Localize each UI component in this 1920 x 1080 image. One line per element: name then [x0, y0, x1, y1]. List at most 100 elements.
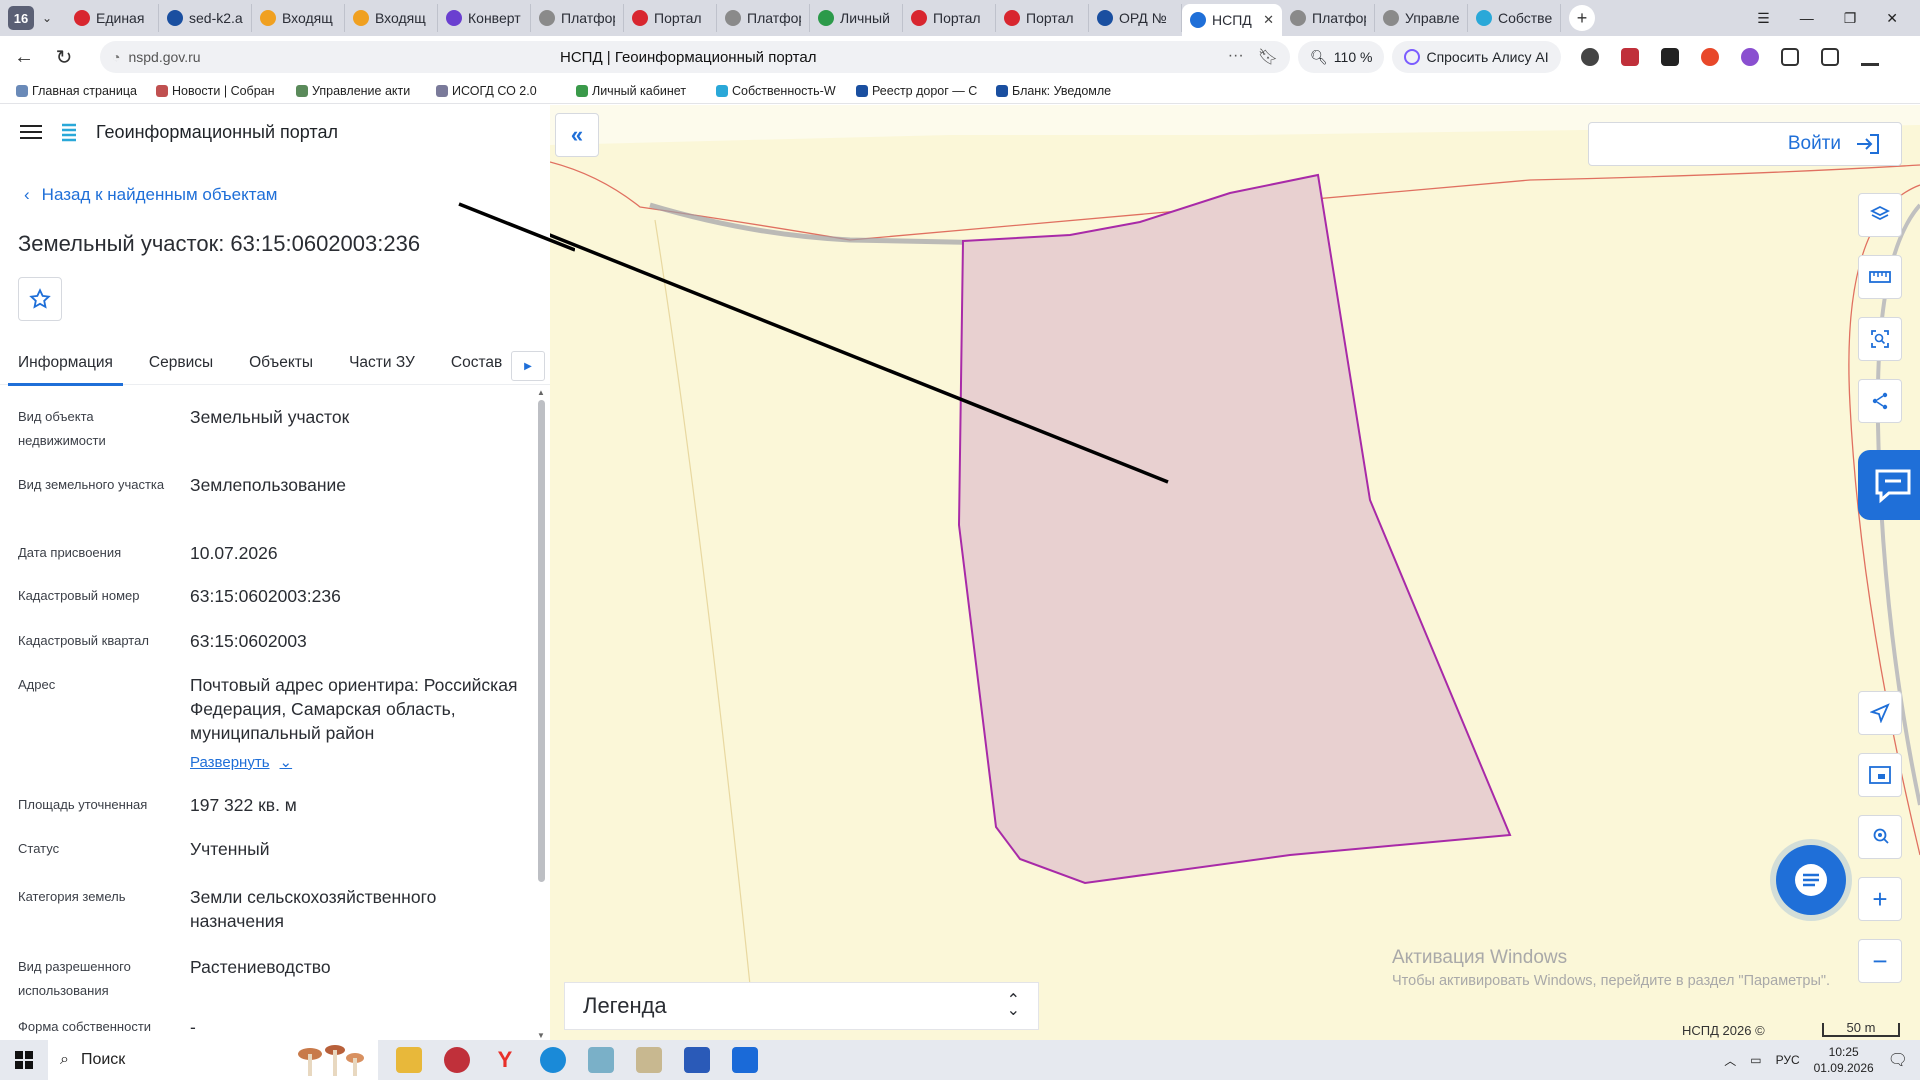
browser-tab[interactable]: Платфор [717, 4, 810, 32]
browser-tab[interactable]: Собстве [1468, 4, 1561, 32]
url-field[interactable]: ◔ nspd.gov.ru НСПД | Геоинформационный п… [100, 41, 1290, 73]
bookmark-icon[interactable]: 🔖︎ [1258, 47, 1278, 67]
expand-collapse-chevron-icon[interactable]: ⌃ ⌄ [1007, 993, 1020, 1019]
minimize-icon[interactable]: — [1800, 10, 1814, 26]
bookmark-label: Реестр дорог — С [872, 83, 978, 98]
menu-icon[interactable]: ☰ [1757, 10, 1770, 27]
notifications-icon[interactable]: 🗨︎ [1888, 1050, 1908, 1070]
network-icon[interactable]: ▭ [1750, 1053, 1761, 1067]
browser-tab[interactable]: Портал [996, 4, 1089, 32]
more-dots-icon[interactable]: ··· [1228, 47, 1244, 67]
collections-icon[interactable] [1820, 48, 1839, 66]
word-icon[interactable] [684, 1047, 710, 1073]
app-icon[interactable] [588, 1047, 614, 1073]
locate-parcel-button[interactable] [1858, 815, 1902, 859]
clock[interactable]: 10:25 01.09.2026 [1814, 1044, 1874, 1076]
tab-label: Единая [96, 10, 145, 26]
reload-icon[interactable]: ↻ [44, 45, 84, 70]
zoom-indicator[interactable]: 🔍︎ 110 % [1298, 41, 1385, 73]
object-tab[interactable]: Сервисы [131, 341, 231, 385]
tab-close-icon[interactable]: ✕ [1263, 12, 1274, 28]
minimap-button[interactable] [1858, 753, 1902, 797]
scroll-up-icon[interactable]: ▲ [537, 388, 545, 397]
bookmark-item[interactable]: Личный кабинет [576, 84, 716, 98]
file-explorer-icon[interactable] [396, 1047, 422, 1073]
extension-icon[interactable] [1660, 48, 1679, 66]
scroll-down-icon[interactable]: ▼ [537, 1031, 545, 1040]
assistant-widget-button[interactable] [1858, 450, 1920, 520]
sidebar-scrollbar[interactable]: ▲ ▼ [537, 388, 545, 1040]
map-canvas[interactable] [550, 105, 1920, 1040]
info-label: Кадастровый квартал [18, 633, 149, 648]
extension-icon[interactable] [1580, 48, 1599, 66]
taskbar-search[interactable]: ⌕ Поиск [48, 1040, 378, 1080]
language-indicator[interactable]: РУС [1776, 1053, 1800, 1067]
chevron-down-icon: ⌄ [279, 754, 293, 771]
area-search-button[interactable] [1858, 317, 1902, 361]
browser-tab[interactable]: ОРД № [1089, 4, 1182, 32]
yandex-browser-icon[interactable]: Y [492, 1047, 518, 1073]
alice-button[interactable]: Спросить Алису AI [1392, 41, 1561, 73]
browser-tab[interactable]: Портал [624, 4, 717, 32]
bookmark-item[interactable]: ИСОГД СО 2.0 [436, 84, 576, 98]
collapse-sidebar-button[interactable]: « [555, 113, 599, 157]
layers-button[interactable] [1858, 193, 1902, 237]
object-tab[interactable]: Состав [433, 341, 520, 385]
bookmark-item[interactable]: Собственность-W [716, 84, 856, 98]
close-window-icon[interactable]: ✕ [1886, 10, 1898, 27]
back-arrow-icon[interactable]: ← [4, 46, 44, 69]
scrollbar-thumb[interactable] [538, 400, 545, 882]
back-to-results-link[interactable]: ‹ Назад к найденным объектам [24, 185, 277, 205]
browser-tab[interactable]: Личный [810, 4, 903, 32]
bookmark-label: Управление акти [312, 83, 411, 98]
tabs-scroll-right-icon[interactable]: ▶ [511, 351, 545, 381]
browser-tab[interactable]: sed-k2.a [159, 4, 252, 32]
object-tab[interactable]: Объекты [231, 341, 331, 385]
bookmark-item[interactable]: Реестр дорог — С [856, 84, 996, 98]
login-button[interactable]: Войти [1588, 122, 1902, 166]
zoom-out-button[interactable]: − [1858, 939, 1902, 983]
map-view[interactable] [550, 105, 1920, 1040]
extension-icon[interactable] [1700, 48, 1719, 66]
browser-tab[interactable]: Портал [903, 4, 996, 32]
legend-panel[interactable]: Легенда ⌃ ⌄ [564, 982, 1039, 1030]
download-icon[interactable] [1860, 48, 1879, 66]
tab-count-badge[interactable]: 16 [8, 6, 34, 30]
restore-icon[interactable]: ❐ [1844, 10, 1857, 27]
puzzle-icon[interactable] [1780, 48, 1799, 66]
extension-icon[interactable] [1740, 48, 1759, 66]
bookmark-item[interactable]: Новости | Собран [156, 84, 296, 98]
hamburger-menu-icon[interactable] [20, 125, 42, 139]
object-tab[interactable]: Части ЗУ [331, 341, 433, 385]
app-icon[interactable] [444, 1047, 470, 1073]
tray-chevron-up-icon[interactable]: ︿ [1724, 1052, 1736, 1069]
bookmark-item[interactable]: Главная страница [16, 84, 156, 98]
new-tab-plus-icon[interactable]: + [1569, 5, 1595, 31]
edge-browser-icon[interactable] [540, 1047, 566, 1073]
bookmark-item[interactable]: Бланк: Уведомле [996, 84, 1136, 98]
start-button[interactable] [0, 1051, 48, 1069]
zoom-in-button[interactable]: + [1858, 877, 1902, 921]
browser-tab[interactable]: НСПД ✕ [1182, 4, 1282, 36]
ruler-button[interactable] [1858, 255, 1902, 299]
geolocation-button[interactable] [1858, 691, 1902, 735]
share-button[interactable] [1858, 379, 1902, 423]
browser-tab[interactable]: Конверт [438, 4, 531, 32]
browser-tab[interactable]: Платфор [1282, 4, 1375, 32]
extension-icon[interactable] [1620, 48, 1639, 66]
browser-tab[interactable]: Входящ [345, 4, 438, 32]
site-info-icon[interactable]: ◔ [112, 49, 120, 65]
object-tab[interactable]: Информация [0, 341, 131, 386]
browser-tab[interactable]: Платфор [531, 4, 624, 32]
taskbar-search-label: Поиск [80, 1051, 126, 1068]
browser-tab[interactable]: Единая [66, 4, 159, 32]
app-icon[interactable] [636, 1047, 662, 1073]
chat-button[interactable] [1776, 845, 1846, 915]
browser-tab[interactable]: Управле [1375, 4, 1468, 32]
tab-list-chevron-icon[interactable]: ⌄ [34, 11, 60, 25]
browser-tab[interactable]: Входящ [252, 4, 345, 32]
favorite-button[interactable] [18, 277, 62, 321]
app-icon[interactable] [732, 1047, 758, 1073]
bookmark-item[interactable]: Управление акти [296, 84, 436, 98]
expand-address-link[interactable]: Развернуть ⌄ [190, 753, 293, 772]
